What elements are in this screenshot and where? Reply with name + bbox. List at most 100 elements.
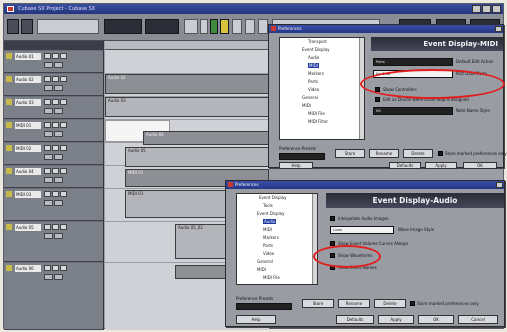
store-marked-checkbox[interactable] xyxy=(438,151,443,156)
solo-button[interactable] xyxy=(52,99,59,105)
tree-item[interactable]: Parts xyxy=(308,79,318,84)
delete-button[interactable]: Delete xyxy=(403,149,433,158)
edit-action-field[interactable]: Parts xyxy=(373,58,453,66)
write-button[interactable] xyxy=(54,177,63,183)
delete-button[interactable]: Delete xyxy=(374,299,406,308)
write-button[interactable] xyxy=(54,233,63,239)
track-name[interactable]: Audio 06 xyxy=(15,265,41,272)
store-button[interactable]: Store xyxy=(335,149,365,158)
toolbar-record-button[interactable] xyxy=(258,19,268,34)
minimize-icon[interactable] xyxy=(472,5,481,13)
tree-item[interactable]: MIDI xyxy=(263,227,272,232)
mute-button[interactable] xyxy=(44,168,51,174)
toolbar-button-2[interactable] xyxy=(21,19,33,34)
ok-button[interactable]: OK xyxy=(418,315,454,324)
read-button[interactable] xyxy=(44,274,53,280)
apply-button[interactable]: Apply xyxy=(378,315,414,324)
read-button[interactable] xyxy=(44,200,53,206)
track-row[interactable]: MIDI 01 xyxy=(4,120,103,142)
mute-button[interactable] xyxy=(44,76,51,82)
record-arm-button[interactable] xyxy=(60,145,67,151)
record-arm-button[interactable] xyxy=(60,99,67,105)
tree-item[interactable]: Tools xyxy=(263,203,273,208)
tree-item[interactable]: General xyxy=(257,259,273,264)
write-button[interactable] xyxy=(54,108,63,114)
write-button[interactable] xyxy=(54,274,63,280)
tree-item[interactable]: MIDI xyxy=(302,103,311,108)
tree-item[interactable]: General xyxy=(302,95,318,100)
read-button[interactable] xyxy=(44,108,53,114)
read-button[interactable] xyxy=(44,85,53,91)
track-name[interactable]: Audio 04 xyxy=(15,168,41,175)
toolbar-tools-group[interactable] xyxy=(37,19,99,34)
mute-button[interactable] xyxy=(44,145,51,151)
write-button[interactable] xyxy=(54,200,63,206)
close-icon[interactable] xyxy=(495,26,502,32)
track-row[interactable]: Audio 03 xyxy=(4,97,103,119)
write-button[interactable] xyxy=(54,62,63,68)
audio-part[interactable]: Audio 05 xyxy=(125,147,269,167)
toolbar-green-button[interactable] xyxy=(210,19,218,34)
solo-button[interactable] xyxy=(52,224,59,230)
preferences-tree[interactable]: Event Display Tools Event Display Audio … xyxy=(236,193,318,285)
solo-button[interactable] xyxy=(52,191,59,197)
toolbar-button-1[interactable] xyxy=(7,19,19,34)
read-button[interactable] xyxy=(44,177,53,183)
track-name[interactable]: Audio 02 xyxy=(15,76,41,83)
mute-button[interactable] xyxy=(44,99,51,105)
preset-select[interactable] xyxy=(236,303,292,310)
track-row[interactable]: Audio 04 xyxy=(4,166,103,188)
store-marked-checkbox[interactable] xyxy=(410,301,415,306)
preferences-tree[interactable]: Transport Event Display Audio MIDI Marke… xyxy=(279,37,365,140)
track-name[interactable]: Audio 05 xyxy=(15,224,41,231)
solo-button[interactable] xyxy=(52,145,59,151)
tree-item-selected[interactable]: MIDI xyxy=(308,63,319,68)
track-row[interactable]: MIDI 03 xyxy=(4,189,103,221)
write-button[interactable] xyxy=(54,131,63,137)
cancel-button[interactable]: Cancel xyxy=(458,315,498,324)
tree-item[interactable]: MIDI File xyxy=(308,111,325,116)
read-button[interactable] xyxy=(44,62,53,68)
mute-button[interactable] xyxy=(44,53,51,59)
audio-part[interactable]: Audio 02 xyxy=(105,74,269,94)
ok-button[interactable]: OK xyxy=(463,162,497,169)
wave-image-style-field[interactable]: Lines xyxy=(330,226,394,234)
tree-item[interactable]: Video xyxy=(308,87,319,92)
audio-part[interactable]: Audio 04 xyxy=(143,131,269,145)
tree-item[interactable]: Markers xyxy=(308,71,324,76)
write-button[interactable] xyxy=(54,154,63,160)
solo-button[interactable] xyxy=(52,76,59,82)
record-arm-button[interactable] xyxy=(60,168,67,174)
tree-item[interactable]: Parts xyxy=(263,243,273,248)
tree-item[interactable]: MIDI Filter xyxy=(308,119,328,124)
record-arm-button[interactable] xyxy=(60,122,67,128)
track-row[interactable]: MIDI 02 xyxy=(4,143,103,165)
rename-button[interactable]: Rename xyxy=(338,299,370,308)
tree-item[interactable]: Event Display xyxy=(259,195,286,200)
close-icon[interactable] xyxy=(496,182,503,188)
help-button[interactable]: Help xyxy=(279,162,313,169)
toolbar-next-button[interactable] xyxy=(245,19,255,34)
edit-as-drums-checkbox[interactable] xyxy=(375,97,380,102)
store-button[interactable]: Store xyxy=(302,299,334,308)
tree-item[interactable]: Audio xyxy=(308,55,319,60)
tree-item[interactable]: Event Display xyxy=(302,47,329,52)
toolbar-quantize-button[interactable] xyxy=(232,19,242,34)
track-name[interactable]: MIDI 02 xyxy=(15,145,41,152)
toolbar-arrow-button[interactable] xyxy=(200,19,208,34)
solo-button[interactable] xyxy=(52,265,59,271)
defaults-button[interactable]: Defaults xyxy=(336,315,374,324)
toolbar-snap-button[interactable] xyxy=(184,19,198,34)
mute-button[interactable] xyxy=(44,265,51,271)
track-name[interactable]: MIDI 03 xyxy=(15,191,41,198)
tree-item[interactable]: MIDI xyxy=(257,267,266,272)
record-arm-button[interactable] xyxy=(60,76,67,82)
read-button[interactable] xyxy=(44,233,53,239)
preset-select[interactable] xyxy=(279,153,325,160)
write-button[interactable] xyxy=(54,85,63,91)
track-name[interactable]: Audio 03 xyxy=(15,99,41,106)
tree-item-selected[interactable]: Audio xyxy=(263,219,277,224)
interpolate-audio-images-checkbox[interactable] xyxy=(330,216,335,221)
mute-button[interactable] xyxy=(44,122,51,128)
mute-button[interactable] xyxy=(44,191,51,197)
